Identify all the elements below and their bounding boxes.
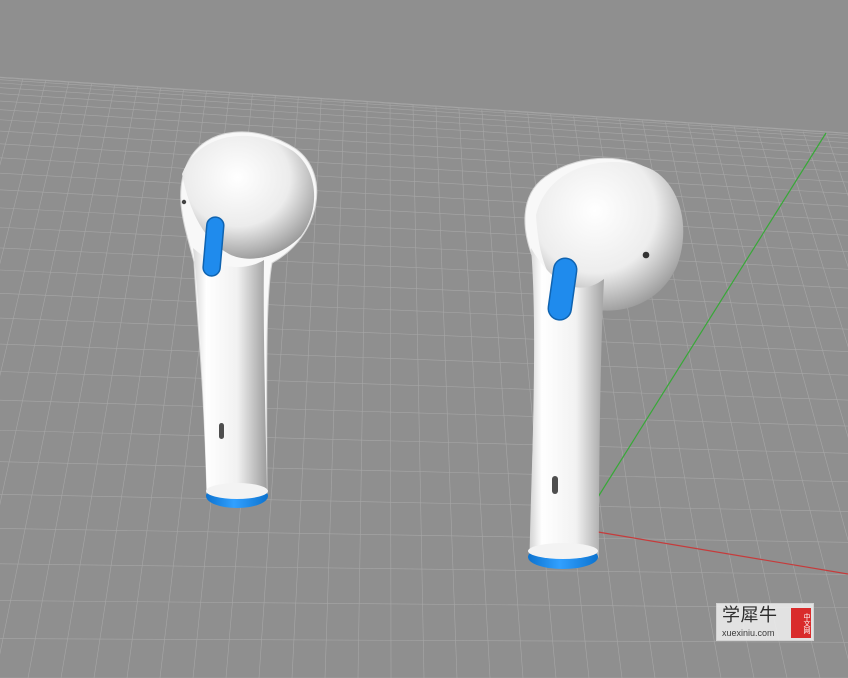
right-microphone-port [552, 476, 558, 494]
right-sensor-dot [642, 251, 650, 259]
watermark-badge: 学犀牛 xuexiniu.com 中文网 [716, 603, 814, 641]
left-sensor-dot [181, 199, 187, 205]
left-earbud-tip-highlight [206, 483, 268, 499]
left-microphone-port [219, 423, 224, 439]
watermark-domain: xuexiniu.com [722, 628, 775, 638]
rhino-viewport[interactable]: 学犀牛 xuexiniu.com 中文网 [0, 0, 848, 678]
watermark-red-badge: 中文网 [791, 608, 811, 638]
perspective-scene[interactable] [0, 0, 848, 678]
watermark-title: 学犀牛 [722, 605, 778, 626]
right-earbud-tip-highlight [528, 543, 598, 559]
